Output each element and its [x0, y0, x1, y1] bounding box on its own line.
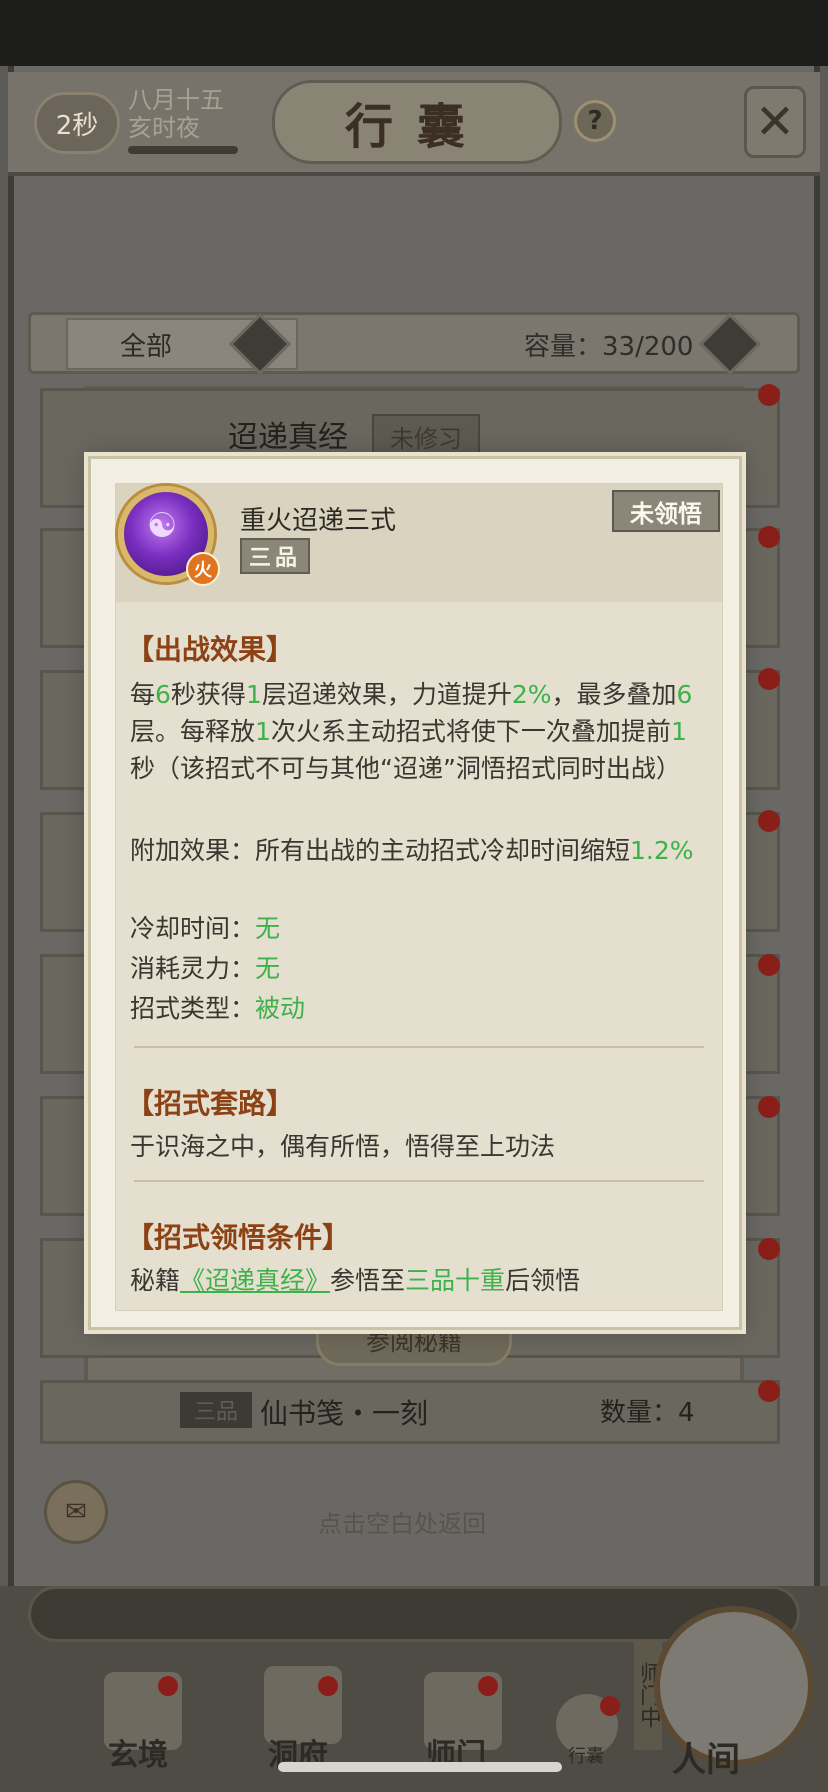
chat-icon: ✉	[65, 1497, 87, 1527]
close-button[interactable]: ✕	[744, 86, 806, 158]
notification-dot	[758, 1238, 780, 1260]
notification-dot	[758, 1096, 780, 1118]
notification-dot	[758, 954, 780, 976]
date-line-1: 八月十五	[128, 86, 224, 114]
item-name: 仙书笺・一刻	[260, 1397, 429, 1430]
item-grade-badge: 三品	[180, 1392, 252, 1428]
battle-effect-title: 【出战效果】	[126, 633, 295, 666]
date-line-2: 亥时夜	[128, 114, 200, 142]
tap-to-return-hint[interactable]: 点击空白处返回	[318, 1504, 486, 1539]
routine-text: 于识海之中，偶有所悟，悟得至上功法	[130, 1132, 556, 1161]
notification-dot	[758, 1380, 780, 1402]
world-label[interactable]: 人间	[672, 1732, 740, 1781]
extra-effect-text: 附加效果：所有出战的主动招式冷却时间缩短1.2%	[130, 836, 694, 865]
notification-dot	[758, 668, 780, 690]
item-status-badge: 未修习	[372, 414, 480, 458]
status-bar	[0, 0, 828, 66]
notification-dot	[478, 1676, 498, 1696]
nav-xingnang[interactable]: 行囊	[568, 1742, 604, 1768]
battle-effect-text: 每6秒获得1层迢递效果，力道提升2%，最多叠加6层。每释放1次火系主动招式将使下…	[130, 680, 693, 783]
notification-dot	[758, 526, 780, 548]
skill-header: ☯ 火 重火迢递三式 三品 未领悟	[116, 484, 722, 602]
home-indicator[interactable]	[278, 1762, 562, 1772]
manual-link[interactable]: 《迢递真经》	[180, 1266, 330, 1295]
notification-dot	[758, 384, 780, 406]
item-quantity: 数量：4	[600, 1398, 695, 1428]
item-name: 迢递真经	[228, 420, 348, 455]
help-icon[interactable]: ?	[574, 100, 616, 142]
comprehension-status-badge: 未领悟	[612, 490, 720, 532]
meditation-figure-icon: ☯	[146, 506, 178, 546]
notification-dot	[600, 1696, 620, 1716]
condition-title: 【招式领悟条件】	[126, 1221, 351, 1254]
page-title-plaque: 行囊	[272, 80, 562, 164]
notification-dot	[158, 1676, 178, 1696]
capacity-label: 容量：33/200	[524, 332, 694, 362]
notification-dot	[318, 1676, 338, 1696]
close-icon: ✕	[754, 94, 796, 150]
time-progress-bar	[128, 146, 238, 154]
cost-row: 消耗灵力：无	[130, 954, 281, 983]
fire-element-badge: 火	[186, 552, 220, 586]
skill-grade-badge: 三品	[240, 538, 310, 574]
chat-button[interactable]: ✉	[44, 1480, 108, 1544]
nav-xuanjing[interactable]: 玄境	[108, 1730, 168, 1774]
skill-type-row: 招式类型：被动	[130, 994, 306, 1023]
skill-detail-popup: ☯ 火 重火迢递三式 三品 未领悟 【出战效果】 每6秒获得1层迢递效果，力道提…	[88, 456, 742, 1330]
routine-title: 【招式套路】	[126, 1087, 295, 1120]
notification-dot	[758, 810, 780, 832]
divider	[134, 1046, 704, 1048]
game-date: 八月十五 亥时夜	[128, 86, 224, 142]
cooldown-row: 冷却时间：无	[130, 914, 281, 943]
popup-content: ☯ 火 重火迢递三式 三品 未领悟 【出战效果】 每6秒获得1层迢递效果，力道提…	[115, 483, 723, 1311]
divider	[134, 1180, 704, 1182]
page-title: 行囊	[344, 99, 489, 155]
list-item-bottom[interactable]: 三品 仙书笺・一刻 数量：4	[60, 1392, 760, 1432]
condition-text: 秘籍《迢递真经》参悟至三品十重后领悟	[130, 1266, 581, 1295]
skill-name: 重火迢递三式	[240, 506, 397, 536]
timer-badge: 2秒	[34, 92, 120, 154]
